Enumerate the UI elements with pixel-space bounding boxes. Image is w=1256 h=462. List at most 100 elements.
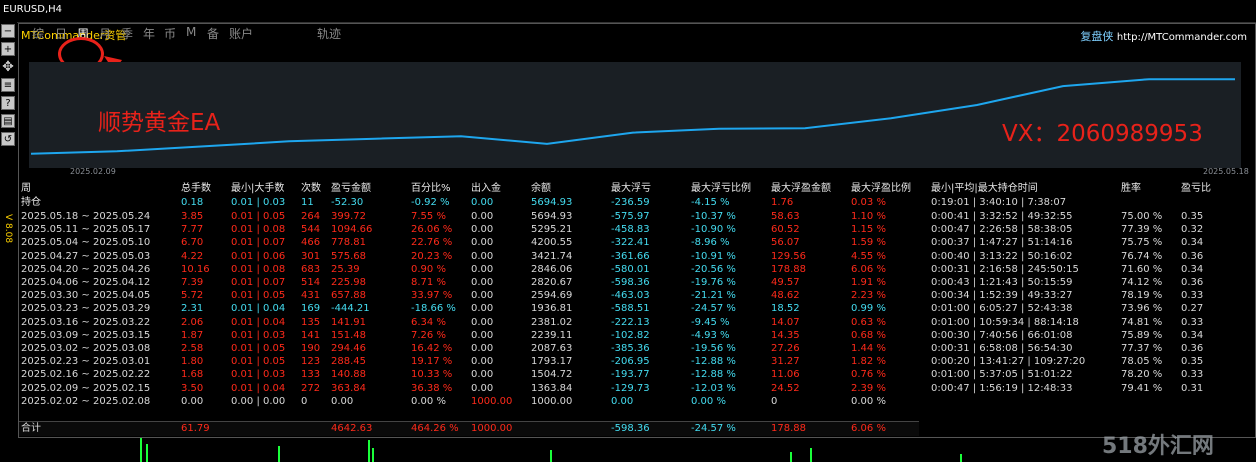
cell: 1.59 % — [851, 237, 886, 249]
cell: 0.36 — [1181, 343, 1204, 354]
volume-bar — [146, 444, 148, 462]
cell: 2025.04.06 ~ 2025.04.12 — [21, 277, 151, 288]
cell: 466 — [301, 237, 321, 249]
tab-4[interactable]: 季 — [121, 25, 133, 42]
tab-3[interactable]: 月 — [99, 25, 111, 42]
window-title: EURUSD,H4 — [3, 4, 63, 15]
cell: 0.33 — [1181, 369, 1204, 381]
cell: 0:00:40 | 3:13:22 | 50:16:02 — [931, 250, 1073, 262]
cell: 1094.66 — [331, 224, 373, 236]
volume-bar — [140, 438, 142, 462]
cell: 0.01 | 0.04 — [231, 303, 286, 315]
cell: -463.03 — [611, 290, 650, 302]
cell: 0.36 — [1181, 250, 1204, 262]
table-row: 2025.05.11 ~ 2025.05.17 7.77 0.01 | 0.08 54… — [21, 223, 1241, 236]
tab-10[interactable]: 轨迹 — [317, 25, 341, 42]
table-row: 2025.05.18 ~ 2025.05.24 3.85 0.01 | 0.05 26… — [21, 210, 1241, 223]
cell: 0.27 — [1181, 303, 1204, 315]
tab-6[interactable]: 币 — [164, 25, 176, 42]
cell: 76.74 % — [1121, 250, 1163, 262]
cell: 0.01 | 0.07 — [231, 237, 286, 249]
volume-bar — [278, 446, 280, 462]
tab-7[interactable]: M — [186, 25, 196, 39]
cell: 最大浮盈金额 — [771, 183, 831, 194]
side-toolbar: − + ✥ ≡ ? ▤ ↺ V 8.08 — [0, 22, 17, 462]
cell: 141 — [301, 329, 321, 341]
cell: -0.92 % — [411, 197, 450, 208]
cell: 0.00 — [471, 277, 494, 288]
cell: 次数 — [301, 183, 321, 194]
cell: 11 — [301, 197, 314, 208]
cell: -4.93 % — [691, 329, 730, 341]
cell: 74.81 % — [1121, 316, 1163, 328]
cell: 58.63 — [771, 211, 800, 222]
cell: 3.85 — [181, 211, 204, 222]
cell: -129.73 — [611, 382, 650, 394]
plus-icon[interactable]: + — [1, 42, 15, 56]
table-row: 2025.02.16 ~ 2025.02.22 1.68 0.01 | 0.03 13… — [21, 368, 1241, 381]
cell: 0.00 — [471, 316, 494, 328]
cell: 7.39 — [181, 277, 204, 288]
cell: 0.01 | 0.03 — [231, 369, 286, 381]
cell: -361.66 — [611, 250, 650, 262]
cell: 20.23 % — [411, 250, 453, 262]
cell: 2594.69 — [531, 290, 573, 302]
cell: 1000.00 — [471, 423, 513, 434]
cell: 79.41 % — [1121, 382, 1163, 394]
cell: -193.77 — [611, 369, 650, 381]
cell: 0.00 — [181, 395, 204, 407]
cell: 0.01 | 0.04 — [231, 316, 286, 328]
cell: 0.36 — [1181, 277, 1204, 288]
cell: 514 — [301, 277, 321, 288]
tab-1[interactable]: 日 — [55, 25, 67, 42]
annotation-ea-name: 顺势黄金EA — [98, 110, 221, 136]
move-icon[interactable]: ✥ — [1, 60, 15, 74]
tab-8[interactable]: 备 — [207, 25, 219, 42]
tab-9[interactable]: 账户 — [229, 25, 253, 42]
cell: -206.95 — [611, 356, 650, 368]
table-row: 2025.04.27 ~ 2025.05.03 4.22 0.01 | 0.06 30… — [21, 250, 1241, 263]
cell: -580.01 — [611, 263, 650, 275]
brand-url[interactable]: http://MTCommander.com — [1117, 32, 1247, 43]
tab-0[interactable]: 综 — [32, 25, 44, 42]
save-icon[interactable]: ▤ — [1, 114, 15, 128]
cell: 1.76 — [771, 197, 794, 208]
cell: -236.59 — [611, 197, 650, 208]
cell: 4200.55 — [531, 237, 573, 249]
cell: -9.45 % — [691, 316, 730, 328]
cell: 最小|平均|最大持仓时间 — [931, 183, 1038, 194]
table-row: 2025.02.02 ~ 2025.02.08 0.00 0.00 | 0.00 0 0… — [21, 395, 1241, 408]
cell: 0.18 — [181, 197, 204, 208]
chart-x-end: 2025.05.18 — [1203, 167, 1249, 176]
cell: 5694.93 — [531, 197, 573, 208]
cell: 5694.93 — [531, 211, 573, 222]
cell: 0.01 | 0.07 — [231, 277, 286, 288]
cell: 0.33 — [1181, 316, 1204, 328]
cell: -24.57 % — [691, 303, 736, 315]
cell: 0.00 — [471, 369, 494, 381]
cell: 1000.00 — [531, 395, 573, 407]
cell: 0.01 | 0.08 — [231, 224, 286, 236]
cell: 0.33 — [1181, 290, 1204, 302]
tab-5[interactable]: 年 — [143, 25, 155, 42]
reset-icon[interactable]: ↺ — [1, 132, 15, 146]
cell: 0.68 % — [851, 329, 886, 341]
brand-label[interactable]: 复盘侠 http://MTCommander.com — [1080, 28, 1247, 44]
cell: 6.06 % — [851, 423, 886, 434]
cell: 1936.81 — [531, 303, 573, 315]
list-icon[interactable]: ≡ — [1, 78, 15, 92]
cell: -598.36 — [611, 277, 650, 288]
cell: 0.00 — [471, 224, 494, 236]
cell: 135 — [301, 316, 321, 328]
cell: 0.01 | 0.05 — [231, 343, 286, 354]
cell: 77.37 % — [1121, 343, 1163, 354]
volume-bar — [368, 440, 370, 462]
cell: 0 — [301, 395, 308, 407]
cell: 0:01:00 | 6:05:27 | 52:43:38 — [931, 303, 1073, 315]
cell: 0.32 — [1181, 224, 1204, 236]
cell: 百分比% — [411, 183, 451, 194]
cell: 141.91 — [331, 316, 366, 328]
help-icon[interactable]: ? — [1, 96, 15, 110]
minus-icon[interactable]: − — [1, 24, 15, 38]
cell: 3421.74 — [531, 250, 573, 262]
